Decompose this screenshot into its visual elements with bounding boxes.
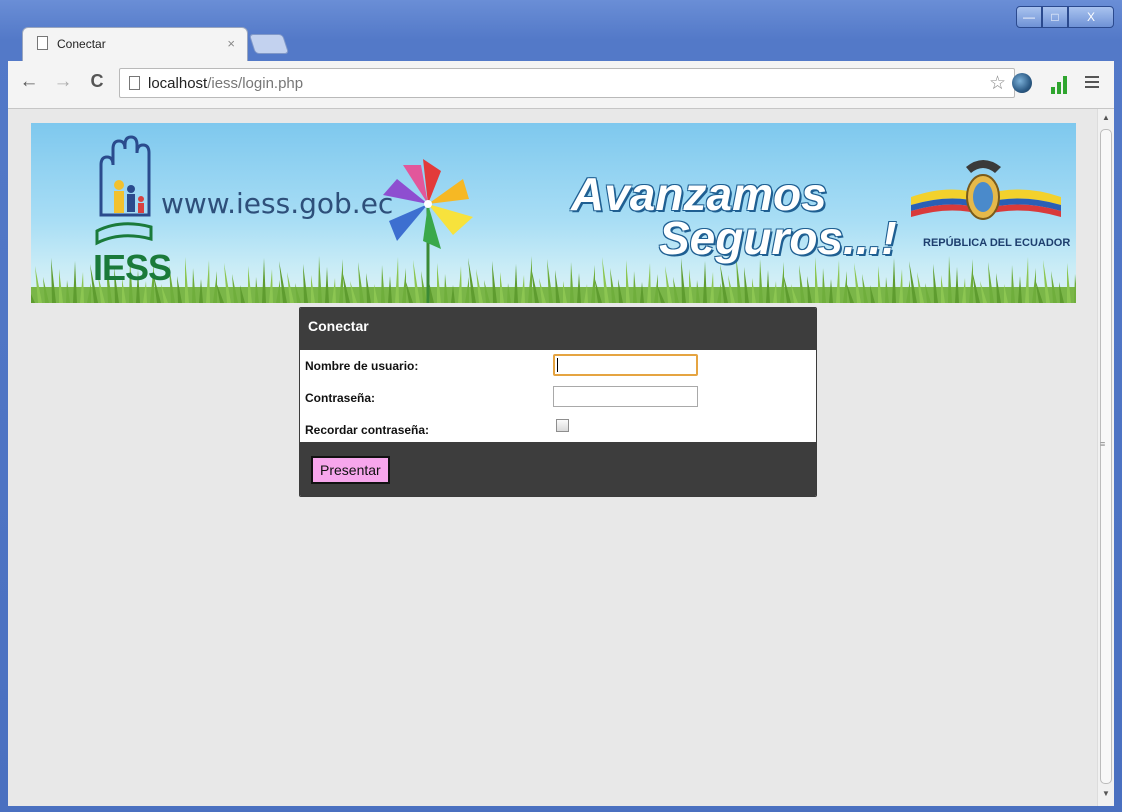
remember-label: Recordar contraseña: [305,423,430,437]
scroll-grip-icon: ≡ [1100,439,1106,449]
tab-close-icon[interactable]: × [227,36,235,51]
page-icon [37,36,48,50]
iess-logo-text: IESS [93,247,172,288]
grass-decoration [31,256,1076,303]
url-host: localhost [148,75,208,92]
browser-toolbar: ← → C localhost/iess/login.php ☆ [8,61,1114,109]
address-bar[interactable]: localhost/iess/login.php ☆ [119,68,1015,98]
submit-button[interactable]: Presentar [311,456,390,484]
close-window-icon[interactable]: X [1068,6,1114,28]
signal-bars-extension-icon[interactable] [1051,74,1071,94]
page-viewport: IESS www.iess.gob.ec Avanzamos Seguros..… [8,109,1114,806]
iess-logo-icon [95,135,153,246]
scroll-down-icon[interactable]: ▼ [1102,789,1110,798]
url-path: /iess/login.php [207,75,304,92]
url-text: localhost/iess/login.php [148,75,303,92]
login-title: Conectar [300,308,816,350]
minimize-icon[interactable]: — [1016,6,1042,28]
scrollbar[interactable]: ▲ ≡ ▼ [1097,109,1114,806]
forward-icon[interactable]: → [52,71,74,93]
page-icon [129,76,140,90]
maximize-icon[interactable]: □ [1042,6,1068,28]
remember-checkbox[interactable] [556,419,569,432]
back-icon[interactable]: ← [18,71,40,93]
tab-conectar[interactable]: Conectar × [22,27,248,61]
banner-site-url: www.iess.gob.ec [161,187,394,220]
reload-icon[interactable]: C [86,71,108,92]
new-tab-button[interactable] [248,34,290,54]
menu-icon[interactable] [1085,73,1099,91]
bookmark-star-icon[interactable]: ☆ [989,72,1006,95]
scroll-thumb[interactable] [1100,129,1112,784]
republica-label: REPÚBLICA DEL ECUADOR [923,237,1071,249]
login-panel: Conectar Nombre de usuario: Contraseña: … [299,307,817,497]
username-label: Nombre de usuario: [305,359,419,373]
pinwheel-icon [383,159,473,303]
globe-extension-icon[interactable] [1012,73,1032,93]
banner-slogan-line2: Seguros...! [659,212,897,264]
window-controls: — □ X [1016,6,1114,28]
username-input[interactable] [553,354,698,376]
ecuador-crest-icon [911,160,1061,220]
iess-banner: IESS www.iess.gob.ec Avanzamos Seguros..… [31,123,1076,303]
browser-window: — □ X Conectar × ← → C localhost/iess/lo… [0,0,1122,812]
scroll-up-icon[interactable]: ▲ [1102,113,1110,122]
password-input[interactable] [553,386,698,407]
password-label: Contraseña: [305,391,376,405]
tab-title: Conectar [57,37,106,51]
